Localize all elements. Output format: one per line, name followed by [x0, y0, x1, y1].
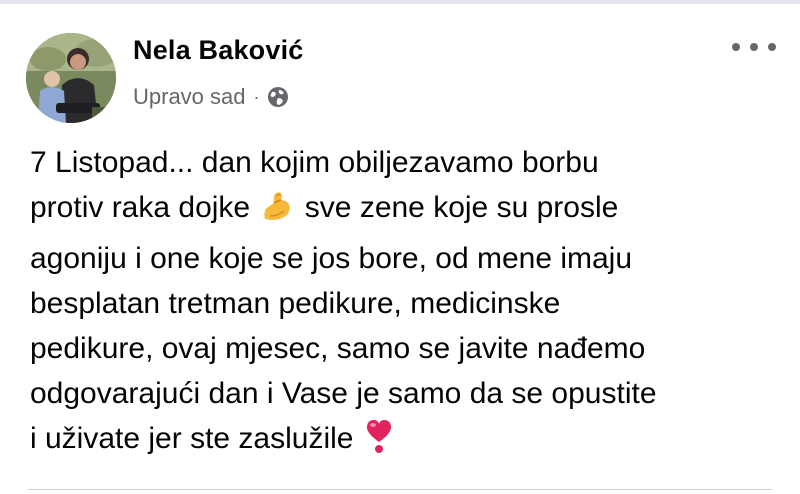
- more-options-icon: [750, 43, 758, 51]
- more-options-button[interactable]: [730, 34, 778, 60]
- more-options-icon: [732, 43, 740, 51]
- post-line-text: protiv raka dojke: [30, 191, 251, 224]
- post-line: i uživate jer ste zaslužile: [30, 416, 790, 467]
- flexed-biceps-icon: [260, 189, 294, 236]
- post-text: 7 Listopad... dan kojim obiljezavamo bor…: [30, 140, 790, 467]
- post-line: agoniju i one koje se jos bore, od mene …: [30, 236, 790, 281]
- post-line: protiv raka dojke sve zene koje su prosl…: [30, 185, 790, 236]
- post-line-text: odgovarajući dan i Vase je samo da se op…: [30, 377, 657, 410]
- post-line-text: i uživate jer ste zaslužile: [30, 422, 354, 455]
- post-line: 7 Listopad... dan kojim obiljezavamo bor…: [30, 140, 790, 185]
- post-meta: Upravo sad ·: [133, 83, 289, 111]
- more-options-icon: [768, 43, 776, 51]
- top-border: [0, 0, 800, 4]
- avatar-photo: [26, 33, 116, 123]
- author-name[interactable]: Nela Baković: [133, 35, 304, 66]
- post-line: odgovarajući dan i Vase je samo da se op…: [30, 371, 790, 416]
- post-line-text: pedikure, ovaj mjesec, samo se javite na…: [30, 332, 646, 365]
- post-line-text: besplatan tretman pedikure, medicinske: [30, 287, 561, 320]
- meta-separator: ·: [253, 86, 260, 107]
- post-line: pedikure, ovaj mjesec, samo se javite na…: [30, 326, 790, 371]
- post-line: besplatan tretman pedikure, medicinske: [30, 281, 790, 326]
- globe-icon[interactable]: [267, 86, 289, 108]
- avatar[interactable]: [26, 33, 116, 123]
- heavy-heart-exclamation-icon: [364, 418, 394, 467]
- post-divider: [28, 489, 772, 490]
- post-line-text: 7 Listopad... dan kojim obiljezavamo bor…: [30, 146, 599, 179]
- post-line-text: sve zene koje su prosle: [304, 191, 619, 224]
- post-line-text: agoniju i one koje se jos bore, od mene …: [30, 242, 633, 275]
- post-timestamp[interactable]: Upravo sad: [133, 84, 246, 110]
